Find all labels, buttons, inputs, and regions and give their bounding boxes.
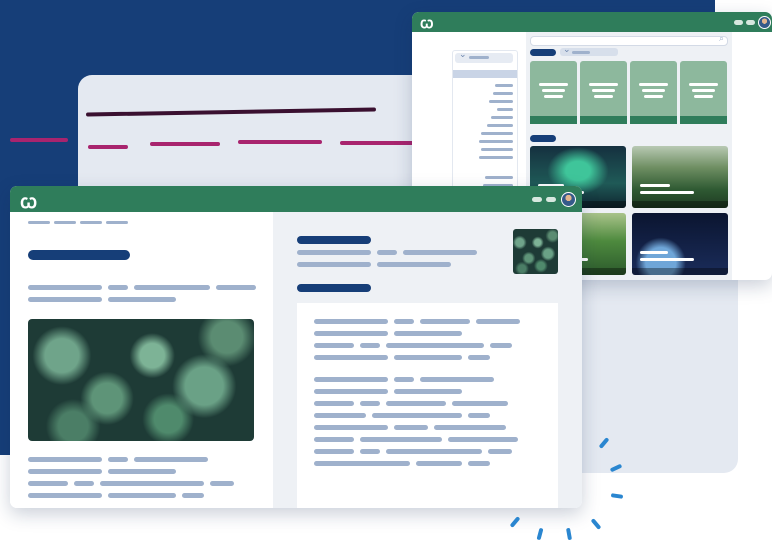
sidebar-item[interactable]	[487, 124, 513, 127]
sidebar-item[interactable]	[479, 140, 513, 143]
breadcrumb[interactable]	[106, 221, 128, 224]
page-title	[28, 250, 130, 260]
card[interactable]	[580, 61, 627, 124]
accent-ray	[610, 493, 624, 499]
sidebar-item[interactable]	[489, 100, 513, 103]
succulent-thumbnail	[513, 229, 558, 274]
magenta-stroke-2	[88, 145, 128, 149]
search-input[interactable]: ⌕	[530, 33, 728, 46]
sidebar-item[interactable]	[485, 176, 513, 179]
photo-tile-space[interactable]	[632, 213, 728, 275]
sidebar-item[interactable]	[481, 132, 513, 135]
breadcrumb[interactable]	[28, 221, 50, 224]
user-avatar-icon[interactable]	[561, 192, 576, 207]
w-logo-icon: ꞷ	[420, 15, 434, 32]
content-card	[297, 303, 558, 508]
front-browser-window: ꞷ	[10, 186, 582, 508]
accent-ray	[565, 527, 573, 541]
magenta-stroke-3	[150, 142, 220, 146]
window-control[interactable]	[734, 20, 743, 25]
sidebar-dropdown[interactable]: ⌄	[455, 49, 513, 63]
accent-ray	[509, 516, 521, 528]
window-control[interactable]	[746, 20, 755, 25]
chevron-down-icon: ⌄	[563, 44, 571, 54]
right-pane	[273, 212, 582, 508]
user-avatar-icon[interactable]	[758, 16, 771, 29]
window-control[interactable]	[532, 197, 542, 202]
succulent-photo	[28, 319, 254, 441]
magenta-stroke-1	[10, 138, 68, 142]
front-titlebar: ꞷ	[10, 186, 582, 213]
card[interactable]	[530, 61, 577, 124]
photo-tile-forest[interactable]	[632, 146, 728, 208]
magenta-stroke-5	[340, 141, 414, 145]
search-icon[interactable]: ⌕	[719, 33, 724, 44]
filter-dropdown[interactable]: ⌄	[560, 44, 618, 56]
sidebar-item[interactable]	[495, 84, 513, 87]
left-pane	[10, 212, 273, 508]
sidebar-item[interactable]	[481, 148, 513, 151]
w-logo-icon: ꞷ	[20, 192, 38, 213]
magenta-stroke-4	[238, 140, 322, 144]
sidebar-item[interactable]	[493, 92, 513, 95]
window-control[interactable]	[546, 197, 556, 202]
section-title	[297, 284, 371, 292]
sidebar-item-active[interactable]	[453, 70, 517, 78]
breadcrumb[interactable]	[54, 221, 76, 224]
card[interactable]	[630, 61, 677, 124]
sidebar-item[interactable]	[491, 116, 513, 119]
back-titlebar: ꞷ	[412, 12, 772, 32]
filter-chip[interactable]	[530, 49, 556, 56]
card[interactable]	[680, 61, 727, 124]
sidebar-item[interactable]	[479, 156, 513, 159]
sidebar-item[interactable]	[497, 108, 513, 111]
section-title	[297, 236, 371, 244]
section-heading	[530, 135, 556, 142]
chevron-down-icon: ⌄	[459, 49, 467, 59]
accent-ray	[536, 527, 544, 541]
accent-ray	[590, 518, 602, 530]
breadcrumb[interactable]	[80, 221, 102, 224]
